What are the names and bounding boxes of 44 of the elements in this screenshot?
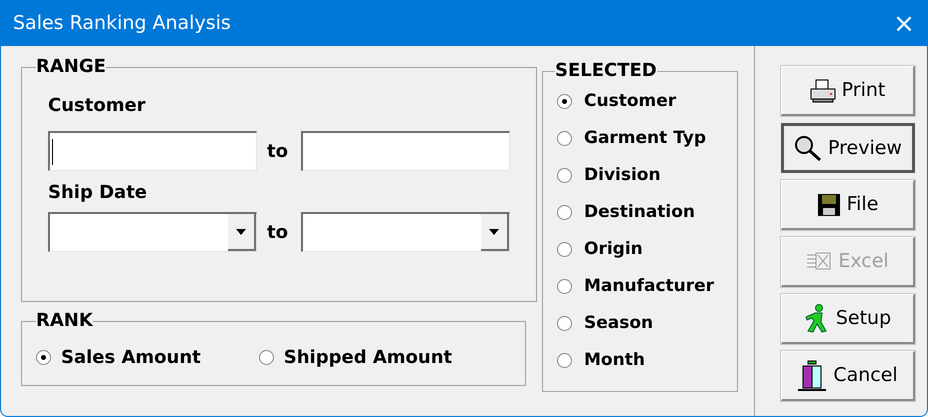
search-icon xyxy=(794,135,822,161)
radio-label: Origin xyxy=(584,238,643,261)
door-icon xyxy=(797,360,828,392)
printer-icon xyxy=(810,78,836,102)
radio-button[interactable] xyxy=(557,279,572,294)
radio-label: Garment Typ xyxy=(584,126,706,150)
dropdown-field[interactable] xyxy=(48,212,257,252)
range-separator: to xyxy=(267,140,289,164)
radio-label: Sales Amount xyxy=(61,346,201,370)
group-title: RANGE xyxy=(36,58,106,76)
close-button[interactable]: × xyxy=(881,1,927,46)
radio-label: Month xyxy=(584,348,645,372)
radio-label: Manufacturer xyxy=(584,274,714,298)
radio-button[interactable] xyxy=(557,131,572,146)
radio-button[interactable] xyxy=(557,316,572,331)
command-button[interactable]: Print xyxy=(781,66,915,116)
field-label: Ship Date xyxy=(48,181,148,205)
range-separator: to xyxy=(267,220,289,244)
dropdown-arrow-icon xyxy=(489,228,499,234)
radio-button[interactable] xyxy=(557,205,572,220)
dropdown-field[interactable] xyxy=(301,212,510,252)
radio-button[interactable] xyxy=(557,94,572,109)
group-title: SELECTED xyxy=(555,63,657,80)
command-button[interactable]: Setup xyxy=(781,294,915,344)
radio-label: Division xyxy=(584,164,661,187)
radio-button[interactable] xyxy=(557,353,572,368)
radio-button[interactable] xyxy=(557,168,572,183)
text-field[interactable] xyxy=(48,131,257,171)
group-title: RANK xyxy=(36,312,93,330)
field-label: Customer xyxy=(48,94,147,118)
text-field[interactable] xyxy=(301,131,510,171)
radio-label: Shipped Amount xyxy=(284,346,452,370)
command-button[interactable]: Preview xyxy=(781,123,915,173)
window-title: Sales Ranking Analysis xyxy=(13,11,231,36)
spreadsheet-icon xyxy=(806,250,832,272)
dropdown-arrow-icon xyxy=(236,228,246,234)
command-button[interactable]: Cancel xyxy=(781,351,915,401)
radio-button[interactable] xyxy=(557,242,572,257)
radio-label: Destination xyxy=(584,200,696,224)
command-button[interactable]: File xyxy=(781,180,915,230)
radio-label: Season xyxy=(584,312,654,335)
radio-button[interactable] xyxy=(258,350,274,365)
radio-label: Customer xyxy=(584,90,676,113)
radio-button[interactable] xyxy=(36,350,51,365)
